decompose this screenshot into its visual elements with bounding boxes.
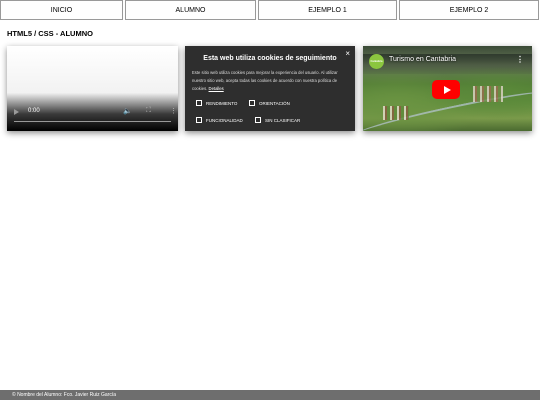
fullscreen-icon[interactable]: ⛶ — [146, 107, 151, 115]
nav-item-ejemplo-1[interactable]: EJEMPLO 1 — [258, 0, 397, 20]
play-icon[interactable] — [14, 109, 19, 115]
video-time: 0:00 — [28, 108, 40, 114]
volume-icon[interactable]: 🔈 — [123, 107, 132, 115]
youtube-embed[interactable]: Cantabria Turismo en Cantabria ⋮ — [363, 46, 532, 131]
cookie-option-rendimiento[interactable]: RENDIMIENTO — [196, 100, 237, 106]
checkbox[interactable] — [255, 117, 261, 123]
more-options-icon[interactable]: ⋮ — [516, 55, 524, 64]
video-thumbnail-village — [473, 86, 503, 102]
footer: © Nombre del Alumno: Fco. Javier Ruiz Ga… — [0, 390, 540, 400]
cookie-banner-description: Este sitio web utiliza cookies para mejo… — [192, 69, 349, 94]
video-progress-track[interactable] — [14, 121, 171, 122]
cookie-details-link[interactable]: Detalles — [209, 86, 224, 91]
play-icon — [443, 85, 451, 94]
main-nav: INICIO ALUMNO EJEMPLO 1 EJEMPLO 2 — [0, 0, 540, 22]
footer-text: © Nombre del Alumno: Fco. Javier Ruiz Ga… — [12, 392, 116, 398]
checkbox[interactable] — [249, 100, 255, 106]
video-controls: 0:00 🔈 ⛶ ⋮ — [7, 97, 178, 131]
more-options-icon[interactable]: ⋮ — [170, 107, 177, 115]
cookie-option-funcionalidad[interactable]: FUNCIONALIDAD — [196, 117, 243, 123]
checkbox[interactable] — [196, 100, 202, 106]
cookie-banner-title: Esta web utiliza cookies de seguimiento — [203, 55, 337, 62]
video-player[interactable]: 0:00 🔈 ⛶ ⋮ — [7, 46, 178, 131]
youtube-video-title[interactable]: Turismo en Cantabria — [389, 56, 456, 63]
nav-item-inicio[interactable]: INICIO — [0, 0, 123, 20]
nav-item-alumno[interactable]: ALUMNO — [125, 0, 256, 20]
video-thumbnail-village — [383, 106, 409, 120]
youtube-play-button[interactable] — [432, 80, 460, 99]
cookie-option-label: SIN CLASIFICAR — [265, 117, 301, 123]
cookie-option-label: ORIENTACIÓN — [259, 100, 290, 106]
channel-logo[interactable]: Cantabria — [369, 54, 384, 69]
cookie-option-sin-clasificar[interactable]: SIN CLASIFICAR — [255, 117, 300, 123]
checkbox[interactable] — [196, 117, 202, 123]
nav-item-ejemplo-2[interactable]: EJEMPLO 2 — [399, 0, 539, 20]
page-title: HTML5 / CSS - ALUMNO — [7, 29, 93, 38]
cookie-option-orientacion[interactable]: ORIENTACIÓN — [249, 100, 290, 106]
cookie-option-label: RENDIMIENTO — [206, 100, 238, 106]
cookie-option-label: FUNCIONALIDAD — [206, 117, 243, 123]
cookie-banner: × Esta web utiliza cookies de seguimient… — [185, 46, 355, 131]
